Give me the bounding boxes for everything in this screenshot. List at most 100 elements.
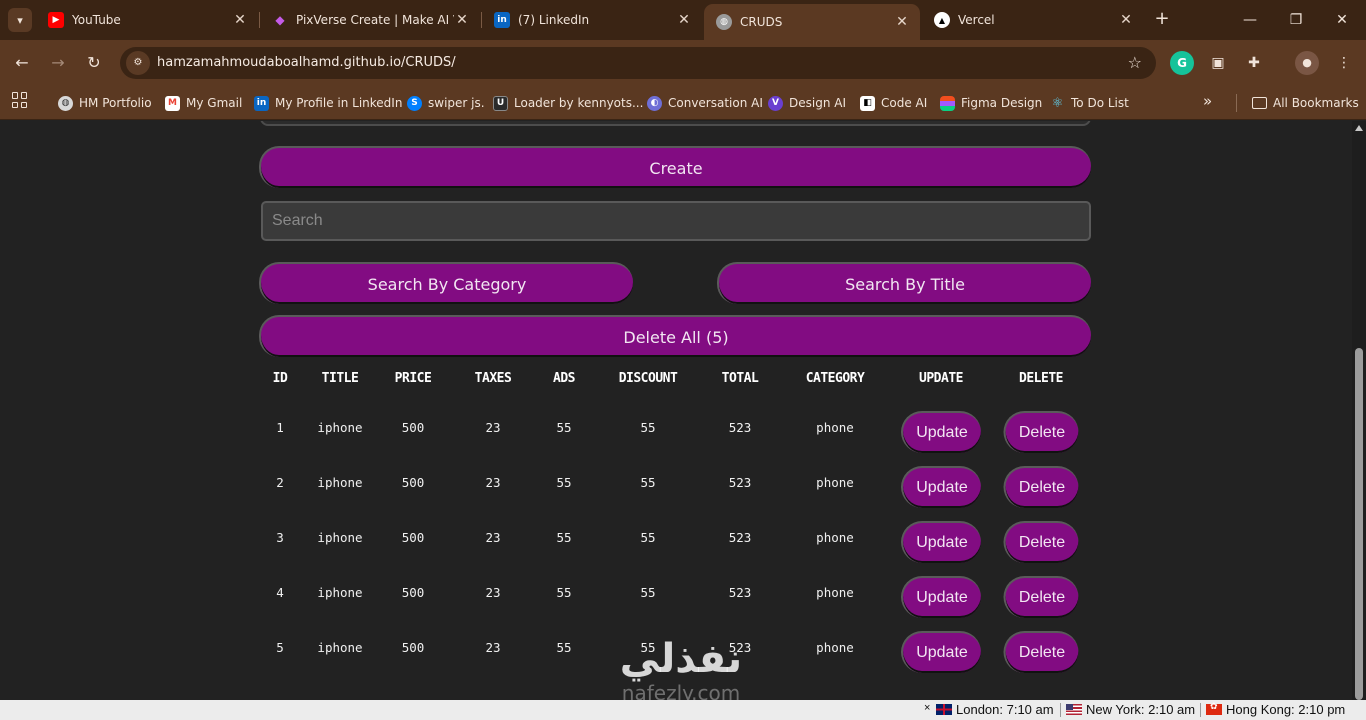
clock-separator — [1060, 703, 1061, 717]
page-viewport: Create Search By Category Search By Titl… — [0, 121, 1352, 700]
pixverse-icon: ◆ — [275, 13, 285, 27]
cell-discount: 55 — [640, 420, 656, 435]
apps-grid-icon[interactable] — [12, 92, 28, 108]
restore-icon[interactable]: ❐ — [1284, 8, 1308, 32]
conversation-ai-icon: ◐ — [647, 95, 662, 111]
uk-flag-icon — [936, 704, 952, 715]
delete-all-button[interactable]: Delete All (5) — [259, 315, 1091, 357]
more-bookmarks-chevron-icon[interactable]: » — [1203, 92, 1212, 110]
clock-london: London: 7:10 am — [936, 702, 1054, 717]
update-button[interactable]: Update — [901, 576, 981, 618]
table-row: 4 iphone 500 23 55 55 523 phone Update D… — [260, 576, 1090, 618]
browser-toolbar: ← → ↻ ⚙ hamzamahmoudaboalhamd.github.io/… — [0, 40, 1366, 86]
delete-button[interactable]: Delete — [1003, 576, 1079, 618]
design-ai-icon: V — [768, 95, 783, 111]
tab-linkedin[interactable]: in (7) LinkedIn ✕ — [482, 6, 702, 34]
cell-ads: 55 — [556, 530, 572, 545]
create-button[interactable]: Create — [259, 146, 1091, 188]
close-tab-icon[interactable]: ✕ — [454, 12, 470, 28]
bookmark-star-icon[interactable]: ☆ — [1128, 53, 1142, 72]
page-scrollbar[interactable] — [1352, 121, 1366, 700]
profile-avatar[interactable]: ● — [1295, 51, 1319, 75]
cell-price: 500 — [401, 530, 425, 545]
delete-button[interactable]: Delete — [1003, 466, 1079, 508]
tab-youtube[interactable]: ▶ YouTube ✕ — [36, 6, 258, 34]
tab-vercel[interactable]: ▲ Vercel ✕ — [922, 6, 1144, 34]
bookmark-figma-design[interactable]: Figma Design — [940, 93, 1042, 113]
clock-close-icon[interactable]: × — [924, 702, 930, 714]
bookmark-to-do-list[interactable]: ⚛ To Do List — [1050, 93, 1129, 113]
close-tab-icon[interactable]: ✕ — [1118, 12, 1134, 28]
delete-button[interactable]: Delete — [1003, 521, 1079, 563]
tab-cruds[interactable]: ◍ CRUDS ✕ — [704, 4, 920, 40]
header-discount: DISCOUNT — [618, 371, 678, 386]
bookmark-design-ai[interactable]: V Design AI — [768, 93, 846, 113]
cell-category: phone — [816, 530, 854, 545]
bookmark-code-ai[interactable]: ◧ Code AI — [860, 93, 927, 113]
search-input[interactable] — [261, 201, 1091, 241]
close-tab-icon[interactable]: ✕ — [676, 12, 692, 28]
cell-ads: 55 — [556, 585, 572, 600]
cell-discount: 55 — [640, 585, 656, 600]
linkedin-icon: in — [494, 12, 510, 28]
bookmark-my-gmail[interactable]: M My Gmail — [165, 93, 242, 113]
cell-id: 5 — [276, 640, 284, 655]
cell-discount: 55 — [640, 475, 656, 490]
update-button[interactable]: Update — [901, 521, 981, 563]
extensions-puzzle-icon[interactable]: ✚ — [1242, 51, 1266, 75]
close-tab-icon[interactable]: ✕ — [894, 14, 910, 30]
address-bar[interactable]: ⚙ hamzamahmoudaboalhamd.github.io/CRUDS/… — [120, 47, 1156, 79]
search-by-category-button[interactable]: Search By Category — [259, 262, 633, 304]
category-input-partial[interactable] — [260, 121, 1091, 126]
cell-id: 1 — [276, 420, 284, 435]
clock-new-york: New York: 2:10 am — [1066, 702, 1195, 717]
tab-pixverse[interactable]: ◆ PixVerse Create | Make AI Vid ✕ — [260, 6, 480, 34]
cell-title: iphone — [317, 530, 363, 545]
scrollbar-thumb[interactable] — [1355, 348, 1363, 700]
new-tab-plus-icon[interactable]: + — [1150, 8, 1174, 32]
cell-price: 500 — [401, 585, 425, 600]
cell-id: 4 — [276, 585, 284, 600]
gmail-icon: M — [165, 95, 180, 111]
update-button[interactable]: Update — [901, 411, 981, 453]
back-arrow-icon[interactable]: ← — [10, 51, 34, 75]
bookmark-linkedin-profile[interactable]: in My Profile in LinkedIn — [254, 93, 402, 113]
globe-icon: ◍ — [716, 14, 732, 30]
close-tab-icon[interactable]: ✕ — [232, 12, 248, 28]
search-by-title-button[interactable]: Search By Title — [717, 262, 1091, 304]
cell-price: 500 — [401, 640, 425, 655]
vercel-icon: ▲ — [934, 12, 950, 28]
header-price: PRICE — [394, 371, 432, 386]
cell-category: phone — [816, 420, 854, 435]
cell-title: iphone — [317, 475, 363, 490]
header-ads: ADS — [553, 371, 575, 386]
table-row: 5 iphone 500 23 55 55 523 phone Update D… — [260, 631, 1090, 673]
delete-button[interactable]: Delete — [1003, 411, 1079, 453]
forward-arrow-icon[interactable]: → — [46, 51, 70, 75]
cell-ads: 55 — [556, 475, 572, 490]
all-bookmarks-folder[interactable]: All Bookmarks — [1252, 93, 1359, 113]
grammarly-icon[interactable]: G — [1170, 51, 1194, 75]
update-button[interactable]: Update — [901, 631, 981, 673]
scroll-up-arrow-icon[interactable] — [1355, 125, 1363, 131]
table-row: 1 iphone 500 23 55 55 523 phone Update D… — [260, 411, 1090, 453]
bookmark-loader[interactable]: U Loader by kennyots... — [493, 93, 643, 113]
cell-total: 523 — [728, 585, 752, 600]
delete-button[interactable]: Delete — [1003, 631, 1079, 673]
cell-price: 500 — [401, 475, 425, 490]
menu-kebab-icon[interactable]: ⋮ — [1332, 51, 1356, 75]
tab-search-chevron-icon[interactable]: ▾ — [8, 8, 32, 32]
tab-strip: ▾ ▶ YouTube ✕ ◆ PixVerse Create | Make A… — [0, 0, 1366, 40]
bookmark-hm-portfolio[interactable]: ◍ HM Portfolio — [58, 93, 152, 113]
bookmark-swiper[interactable]: S swiper js. — [407, 93, 485, 113]
update-button[interactable]: Update — [901, 466, 981, 508]
close-window-icon[interactable]: ✕ — [1330, 8, 1354, 32]
minimize-icon[interactable]: — — [1238, 8, 1262, 32]
bookmark-conversation-ai[interactable]: ◐ Conversation AI — [647, 93, 763, 113]
site-settings-icon[interactable]: ⚙ — [126, 51, 150, 75]
table-row: 2 iphone 500 23 55 55 523 phone Update D… — [260, 466, 1090, 508]
cell-price: 500 — [401, 420, 425, 435]
header-category: CATEGORY — [805, 371, 865, 386]
media-extension-icon[interactable]: ▣ — [1206, 51, 1230, 75]
reload-icon[interactable]: ↻ — [82, 51, 106, 75]
